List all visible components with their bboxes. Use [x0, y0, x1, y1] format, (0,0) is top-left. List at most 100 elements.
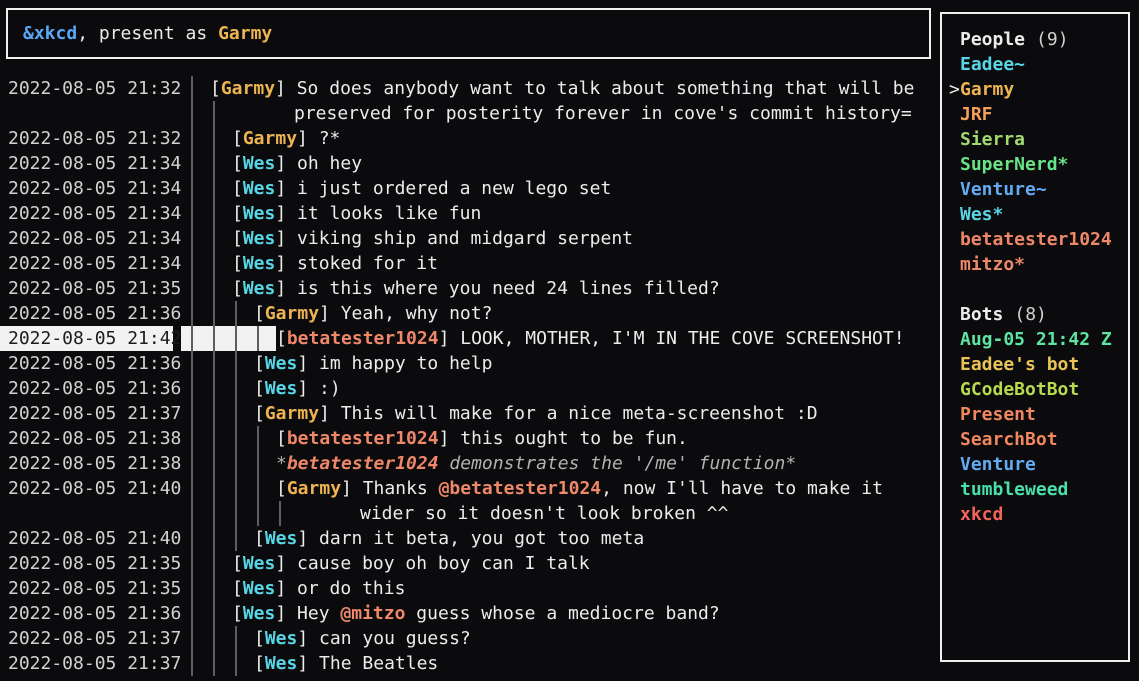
chat-line[interactable]: 2022-08-05 21:34[Wes] it looks like fun	[0, 201, 938, 226]
chat-line[interactable]: 2022-08-05 21:40[Garmy] Thanks @betatest…	[0, 476, 938, 501]
thread-guide-line	[191, 251, 213, 276]
chat-line[interactable]: 2022-08-05 21:37[Wes] The Beatles	[0, 651, 938, 676]
message-text: [Wes] cause boy oh boy can I talk	[232, 551, 590, 576]
timestamp: 2022-08-05 21:34	[0, 226, 191, 251]
thread-guide-line	[213, 501, 235, 526]
thread-guides	[191, 401, 257, 426]
thread-guides	[191, 101, 235, 126]
marker-slot	[949, 227, 960, 252]
nick: Wes	[243, 228, 276, 249]
message-text: [Wes] i just ordered a new lego set	[232, 176, 611, 201]
chat-line-highlighted[interactable]: 2022-08-05 21:42[betatester1024] LOOK, M…	[0, 326, 938, 351]
thread-guides	[191, 651, 257, 676]
bot-name: Aug-05 21:42 Z	[960, 327, 1112, 352]
chat-line[interactable]: 2022-08-05 21:34[Wes] oh hey	[0, 151, 938, 176]
nick: Garmy	[243, 128, 297, 149]
message-text: [betatester1024] this ought to be fun.	[276, 426, 688, 451]
marker-slot	[949, 102, 960, 127]
message-text: [betatester1024] LOOK, MOTHER, I'M IN TH…	[276, 326, 905, 351]
timestamp: 2022-08-05 21:34	[0, 251, 191, 276]
thread-guide-line	[191, 226, 213, 251]
chat-line[interactable]: 2022-08-05 21:37[Garmy] This will make f…	[0, 401, 938, 426]
nick: @betatester1024	[439, 478, 602, 499]
bot-venture[interactable]: Venture	[942, 452, 1128, 477]
message-continuation: preserved for posterity forever in cove'…	[232, 101, 912, 126]
chat-line[interactable]: 2022-08-05 21:32[Garmy] ?*	[0, 126, 938, 151]
chat-line[interactable]: 2022-08-05 21:36[Wes] im happy to help	[0, 351, 938, 376]
chat-line[interactable]: preserved for posterity forever in cove'…	[0, 101, 938, 126]
chat-line[interactable]: 2022-08-05 21:35[Wes] cause boy oh boy c…	[0, 551, 938, 576]
message-segment: guess whose a mediocre band?	[405, 603, 719, 624]
thread-guide-line	[191, 526, 213, 551]
bot-xkcd[interactable]: xkcd	[942, 502, 1128, 527]
thread-guide-line	[191, 176, 213, 201]
timestamp: 2022-08-05 21:36	[0, 351, 191, 376]
person-betatester1024[interactable]: betatester1024	[942, 227, 1128, 252]
chat-line[interactable]: 2022-08-05 21:37[Wes] can you guess?	[0, 626, 938, 651]
chat-line[interactable]: 2022-08-05 21:36[Wes] :)	[0, 376, 938, 401]
thread-guide-line	[213, 651, 235, 676]
thread-guides	[191, 501, 301, 526]
message-segment: ]	[275, 278, 297, 299]
person-wes[interactable]: Wes*	[942, 202, 1128, 227]
thread-guide-line	[213, 376, 235, 401]
person-garmy[interactable]: >Garmy	[942, 77, 1128, 102]
message-segment: viking ship and midgard serpent	[297, 228, 633, 249]
message-segment: or do this	[297, 578, 405, 599]
message-segment: ]	[275, 253, 297, 274]
bots-list: Aug-05 21:42 ZEadee's botGCodeBotBotPres…	[942, 327, 1128, 527]
person-eadee[interactable]: Eadee~	[942, 52, 1128, 77]
bot-aug-05-21-42-z[interactable]: Aug-05 21:42 Z	[942, 327, 1128, 352]
message-text: [Wes] it looks like fun	[232, 201, 481, 226]
thread-guides	[191, 151, 235, 176]
person-jrf[interactable]: JRF	[942, 102, 1128, 127]
message-segment: ]	[275, 578, 297, 599]
bot-tumbleweed[interactable]: tumbleweed	[942, 477, 1128, 502]
bot-gcodebotbot[interactable]: GCodeBotBot	[942, 377, 1128, 402]
chat-line[interactable]: 2022-08-05 21:40[Wes] darn it beta, you …	[0, 526, 938, 551]
bots-header: Bots(8)	[942, 302, 1128, 327]
message-segment: Yeah, why not?	[341, 303, 493, 324]
thread-guides	[191, 476, 279, 501]
message-segment: oh hey	[297, 153, 362, 174]
message-segment: [	[232, 278, 243, 299]
people-list: Eadee~>GarmyJRFSierraSuperNerd*Venture~W…	[942, 52, 1128, 277]
bot-present[interactable]: Present	[942, 402, 1128, 427]
chat-line[interactable]: 2022-08-05 21:34[Wes] i just ordered a n…	[0, 176, 938, 201]
chat-line[interactable]: 2022-08-05 21:34 [Wes] stoked for it	[0, 251, 938, 276]
message-segment: [	[232, 203, 243, 224]
chat-line[interactable]: 2022-08-05 21:36[Garmy] Yeah, why not?	[0, 301, 938, 326]
person-mitzo[interactable]: mitzo*	[942, 252, 1128, 277]
message-text: [Wes] stoked for it	[232, 251, 438, 276]
thread-guide-line	[191, 626, 213, 651]
message-segment: [	[232, 153, 243, 174]
chat-line[interactable]: 2022-08-05 21:36[Wes] Hey @mitzo guess w…	[0, 601, 938, 626]
nick: Wes	[243, 178, 276, 199]
person-sierra[interactable]: Sierra	[942, 127, 1128, 152]
message-text: [Wes] or do this	[232, 576, 405, 601]
timestamp: 2022-08-05 21:36	[0, 601, 191, 626]
timestamp: 2022-08-05 21:37	[0, 401, 191, 426]
person-venture[interactable]: Venture~	[942, 177, 1128, 202]
chat-line[interactable]: 2022-08-05 21:35[Wes] or do this	[0, 576, 938, 601]
chat-line[interactable]: 2022-08-05 21:38*betatester1024 demonstr…	[0, 451, 938, 476]
timestamp: 2022-08-05 21:34	[0, 151, 191, 176]
message-text: [Wes] is this where you need 24 lines fi…	[232, 276, 720, 301]
people-count: (9)	[1036, 27, 1069, 52]
nick: Wes	[265, 378, 298, 399]
marker-slot	[949, 177, 960, 202]
chat-line[interactable]: 2022-08-05 21:34[Wes] viking ship and mi…	[0, 226, 938, 251]
chat-line[interactable]: 2022-08-05 21:32[Garmy] So does anybody …	[0, 76, 938, 101]
person-supernerd[interactable]: SuperNerd*	[942, 152, 1128, 177]
thread-guides	[191, 351, 257, 376]
message-segment: [	[232, 128, 243, 149]
bot-searchbot[interactable]: SearchBot	[942, 427, 1128, 452]
chat-line[interactable]: wider so it doesn't look broken ^^	[0, 501, 938, 526]
thread-guide-line	[213, 626, 235, 651]
chat-line[interactable]: 2022-08-05 21:35[Wes] is this where you …	[0, 276, 938, 301]
message-segment: [	[254, 378, 265, 399]
chat-line[interactable]: 2022-08-05 21:38[betatester1024] this ou…	[0, 426, 938, 451]
thread-guide-line	[191, 301, 213, 326]
message-segment: So does anybody want to talk about somet…	[297, 78, 915, 99]
bot-eadee-s-bot[interactable]: Eadee's bot	[942, 352, 1128, 377]
